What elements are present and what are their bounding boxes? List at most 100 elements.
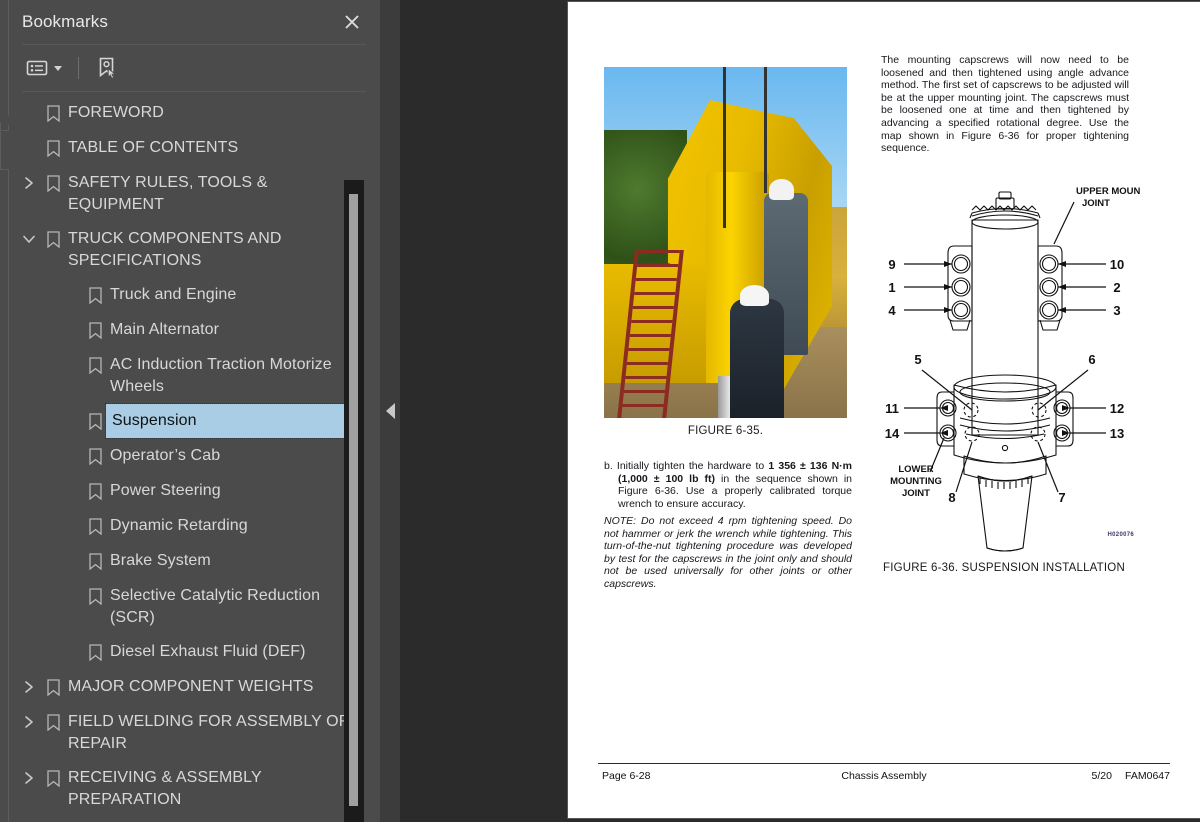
bookmark-label: Truck and Engine <box>110 286 237 303</box>
bookmark-label: CHASSIS ASSEMBLY <box>64 817 228 822</box>
twisty-spacer <box>58 474 84 508</box>
svg-text:14: 14 <box>885 426 900 441</box>
twisty-spacer <box>58 439 84 473</box>
bookmark-item[interactable]: Operator’s Cab <box>0 439 380 474</box>
bookmark-icon <box>84 439 106 473</box>
bookmark-icon <box>84 278 106 312</box>
bookmark-icon <box>84 544 106 578</box>
bookmark-item[interactable]: Diesel Exhaust Fluid (DEF) <box>0 635 380 670</box>
svg-text:10: 10 <box>1110 257 1124 272</box>
bookmark-item[interactable]: Suspension <box>0 403 380 439</box>
bookmark-label: Operator’s Cab <box>110 447 221 464</box>
step-b-text-1: Initially tighten the hardware to <box>616 460 769 472</box>
bookmark-icon <box>42 131 64 165</box>
bookmark-item[interactable]: TABLE OF CONTENTS <box>0 131 380 166</box>
bookmarks-tree: FOREWORD TABLE OF CONTENTS SAFETY RULES, T… <box>0 92 380 822</box>
bookmark-icon <box>42 166 64 200</box>
bookmark-item[interactable]: Truck and Engine <box>0 278 380 313</box>
panel-splitter[interactable] <box>380 0 400 822</box>
step-b-paragraph: b. Initially tighten the hardware to 1 3… <box>604 460 852 510</box>
twisty-spacer <box>58 544 84 578</box>
twisty-spacer <box>58 509 84 543</box>
svg-text:11: 11 <box>885 401 899 416</box>
bookmark-item[interactable]: TRUCK COMPONENTS AND SPECIFICATIONS <box>0 222 380 278</box>
footer-sheet-position: 5/20 <box>1091 770 1112 782</box>
bookmark-label: Main Alternator <box>110 321 220 338</box>
bookmark-icon <box>42 96 64 130</box>
svg-text:3: 3 <box>1113 303 1120 318</box>
bookmark-label: Power Steering <box>110 482 221 499</box>
bookmark-label: Suspension <box>105 403 353 439</box>
bookmark-icon <box>42 222 64 256</box>
chevron-right-icon[interactable] <box>16 166 42 200</box>
bookmark-item[interactable]: Dynamic Retarding <box>0 509 380 544</box>
bookmark-icon <box>84 348 106 382</box>
bookmark-item[interactable]: Selective Catalytic Reduction (SCR) <box>0 579 380 635</box>
svg-text:2: 2 <box>1113 280 1120 295</box>
bookmark-icon <box>42 761 64 795</box>
svg-text:MOUNTING: MOUNTING <box>890 476 942 487</box>
list-options-icon[interactable] <box>22 53 66 83</box>
bookmark-item[interactable]: Brake System <box>0 544 380 579</box>
twisty-spacer <box>58 404 84 438</box>
svg-text:UPPER MOUNTING: UPPER MOUNTING <box>1076 186 1140 197</box>
chevron-right-icon[interactable] <box>16 761 42 795</box>
bookmark-icon <box>84 579 106 613</box>
photo-hard-hat-2 <box>740 284 770 306</box>
twisty-spacer <box>58 278 84 312</box>
close-icon[interactable] <box>338 8 366 36</box>
figure-6-36-drawing: 9 1 4 10 2 3 5 6 11 14 12 13 8 7 UPPER M… <box>868 180 1163 562</box>
bookmarks-scrollbar[interactable] <box>344 180 364 822</box>
bookmark-label: TABLE OF CONTENTS <box>68 139 239 156</box>
svg-text:13: 13 <box>1110 426 1124 441</box>
bookmark-label: FOREWORD <box>68 104 164 121</box>
bookmark-label: Dynamic Retarding <box>110 517 248 534</box>
bookmark-label: FIELD WELDING FOR ASSEMBLY OR REPAIR <box>68 713 351 752</box>
twisty-spacer <box>58 579 84 613</box>
bookmark-item[interactable]: FIELD WELDING FOR ASSEMBLY OR REPAIR <box>0 705 380 761</box>
chevron-right-icon[interactable] <box>16 817 42 822</box>
page-footer: Page 6-28 Chassis Assembly 5/20 FAM0647 <box>598 763 1170 782</box>
bookmark-icon <box>84 509 106 543</box>
chevron-right-icon[interactable] <box>16 670 42 704</box>
chevron-down-icon[interactable] <box>16 222 42 256</box>
bookmark-icon <box>42 670 64 704</box>
bookmark-item[interactable]: CHASSIS ASSEMBLY <box>0 817 380 822</box>
bookmark-item[interactable]: RECEIVING & ASSEMBLY PREPARATION <box>0 761 380 817</box>
bookmark-item[interactable]: Power Steering <box>0 474 380 509</box>
new-bookmark-icon[interactable] <box>91 53 123 83</box>
footer-page-number: Page 6-28 <box>602 770 651 782</box>
bookmark-icon <box>42 705 64 739</box>
svg-text:7: 7 <box>1058 490 1065 505</box>
drawing-code: H020076 <box>1107 532 1134 538</box>
figure-6-36-caption: FIGURE 6-36. SUSPENSION INSTALLATION <box>883 562 1125 574</box>
twisty-spacer <box>58 348 84 382</box>
bookmark-label: MAJOR COMPONENT WEIGHTS <box>68 678 314 695</box>
svg-text:LOWER: LOWER <box>898 464 933 475</box>
bookmark-item[interactable]: FOREWORD <box>0 96 380 131</box>
bookmarks-scrollbar-thumb[interactable] <box>349 194 358 806</box>
bookmark-item[interactable]: Main Alternator <box>0 313 380 348</box>
bookmark-icon <box>84 474 106 508</box>
chevron-down-icon <box>54 65 62 71</box>
photo-lift-chain-left <box>723 67 727 229</box>
svg-text:JOINT: JOINT <box>1082 198 1110 209</box>
svg-text:9: 9 <box>888 257 895 272</box>
bookmark-label: Diesel Exhaust Fluid (DEF) <box>110 643 306 660</box>
bookmarks-panel-header: Bookmarks <box>0 0 380 44</box>
chevron-right-icon[interactable] <box>16 705 42 739</box>
bookmark-item[interactable]: AC Induction Traction Motorize Wheels <box>0 348 380 404</box>
intro-paragraph: The mounting capscrews will now need to … <box>881 54 1129 155</box>
bookmark-label: Brake System <box>110 552 211 569</box>
bookmark-item[interactable]: SAFETY RULES, TOOLS & EQUIPMENT <box>0 166 380 222</box>
bookmark-label: Selective Catalytic Reduction (SCR) <box>110 587 321 626</box>
twisty-spacer <box>16 131 42 165</box>
svg-text:5: 5 <box>914 352 921 367</box>
figure-6-35-photo <box>604 67 847 418</box>
collapse-left-arrow-icon[interactable] <box>386 403 395 419</box>
document-viewport[interactable]: FIGURE 6-35. b. Initially tighten the ha… <box>400 0 1200 822</box>
pdf-viewer-window: Bookmarks FOREWORD TABLE OF CONTENTS SAF… <box>0 0 1200 822</box>
bookmark-icon <box>84 404 106 438</box>
bookmark-item[interactable]: MAJOR COMPONENT WEIGHTS <box>0 670 380 705</box>
footer-position: 5/20 FAM0647 <box>981 770 1170 782</box>
